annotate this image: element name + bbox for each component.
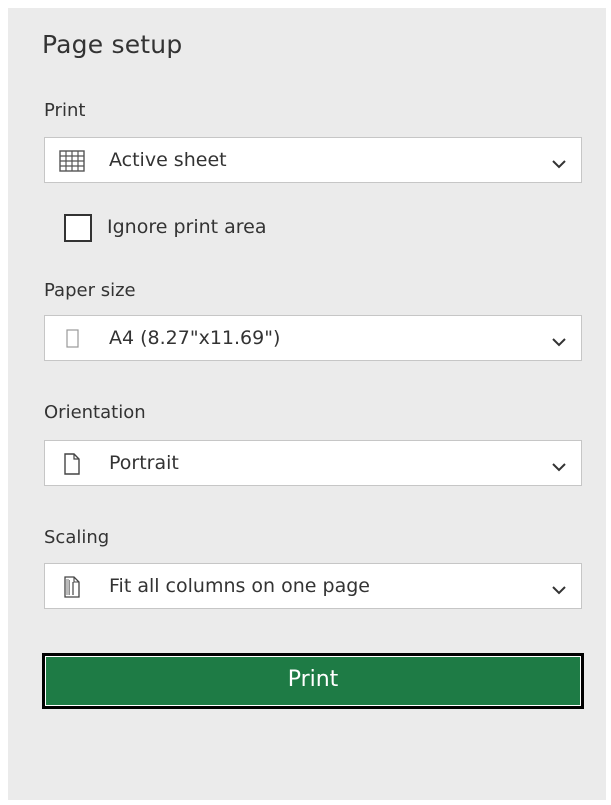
print-section-label: Print [44,100,86,121]
scaling-section-label: Scaling [44,527,110,548]
orientation-dropdown[interactable]: Portrait [44,440,582,486]
fit-columns-icon [59,576,85,598]
orientation-dropdown-value: Portrait [109,452,179,474]
print-dropdown-value: Active sheet [109,149,227,171]
paper-size-section-label: Paper size [44,280,136,301]
chevron-down-icon [551,155,567,169]
chevron-down-icon [551,458,567,472]
print-button-label: Print [45,656,581,706]
ignore-print-area-label: Ignore print area [107,216,267,238]
portrait-page-icon [59,453,85,475]
paper-size-dropdown[interactable]: A4 (8.27"x11.69") [44,315,582,361]
page-setup-panel: Page setup Print Active sheet Ignore pri… [8,8,606,800]
print-dropdown[interactable]: Active sheet [44,137,582,183]
orientation-section-label: Orientation [44,402,146,423]
checkbox-box[interactable] [64,214,92,242]
print-button[interactable]: Print [42,653,584,709]
paper-icon [59,328,85,350]
chevron-down-icon [551,581,567,595]
paper-size-dropdown-value: A4 (8.27"x11.69") [109,327,281,349]
scaling-dropdown-value: Fit all columns on one page [109,575,370,597]
scaling-dropdown[interactable]: Fit all columns on one page [44,563,582,609]
page-title: Page setup [42,30,183,59]
sheet-grid-icon [59,150,85,172]
chevron-down-icon [551,333,567,347]
